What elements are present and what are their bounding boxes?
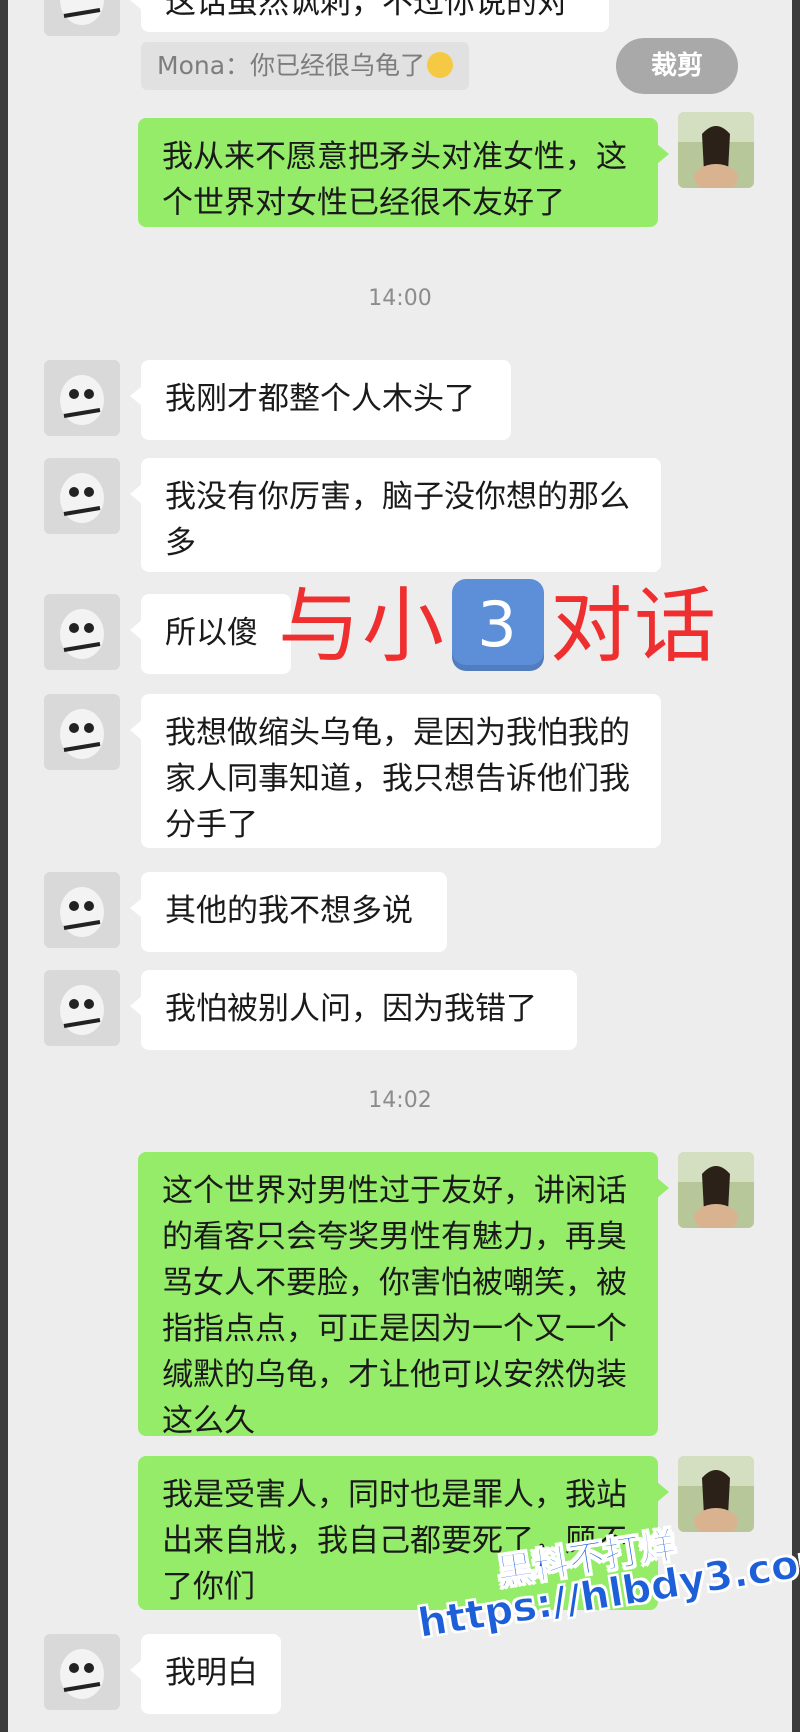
screen-edge-left bbox=[0, 0, 8, 1732]
overlay-suffix: 对话 bbox=[550, 579, 719, 674]
panda-avatar[interactable] bbox=[44, 970, 120, 1046]
panda-avatar[interactable] bbox=[44, 872, 120, 948]
timestamp: 14:02 bbox=[368, 1088, 432, 1113]
laughing-emoji-icon bbox=[427, 52, 454, 78]
message-bubble-incoming[interactable]: 这话虽然讽刺，不过你说的对 bbox=[130, 0, 609, 32]
message-bubble-incoming[interactable]: 我怕被别人问，因为我错了 bbox=[130, 970, 577, 1050]
crop-button[interactable]: 裁剪 bbox=[616, 38, 738, 94]
message-bubble-incoming[interactable]: 所以傻 bbox=[130, 594, 291, 674]
panda-avatar[interactable] bbox=[44, 694, 120, 770]
message-bubble-incoming[interactable]: 我明白 bbox=[130, 1634, 281, 1714]
user-avatar[interactable] bbox=[678, 1456, 754, 1532]
panda-avatar[interactable] bbox=[44, 0, 120, 36]
screen-edge-right bbox=[792, 0, 800, 1732]
panda-avatar[interactable] bbox=[44, 1634, 120, 1710]
quoted-reply[interactable]: Mona：你已经很乌龟了 bbox=[141, 42, 470, 90]
message-bubble-outgoing[interactable]: 我从来不愿意把矛头对准女性，这个世界对女性已经很不友好了 bbox=[138, 118, 669, 227]
overlay-caption: 与小 3 对话 bbox=[278, 572, 718, 682]
panda-avatar[interactable] bbox=[44, 360, 120, 436]
message-bubble-incoming[interactable]: 我没有你厉害，脑子没你想的那么多 bbox=[130, 458, 661, 572]
message-bubble-incoming[interactable]: 我想做缩头乌龟，是因为我怕我的家人同事知道，我只想告诉他们我分手了 bbox=[130, 694, 661, 848]
message-bubble-outgoing[interactable]: 这个世界对男性过于友好，讲闲话的看客只会夸奖男性有魅力，再臭骂女人不要脸，你害怕… bbox=[138, 1152, 669, 1439]
quote-text: Mona：你已经很乌龟了 bbox=[157, 51, 426, 80]
overlay-prefix: 与小 bbox=[278, 579, 447, 674]
number-badge: 3 bbox=[452, 579, 545, 671]
message-bubble-incoming[interactable]: 我刚才都整个人木头了 bbox=[130, 360, 511, 440]
panda-avatar[interactable] bbox=[44, 458, 120, 534]
user-avatar[interactable] bbox=[678, 1152, 754, 1228]
panda-avatar[interactable] bbox=[44, 594, 120, 670]
message-bubble-incoming[interactable]: 其他的我不想多说 bbox=[130, 872, 447, 952]
timestamp: 14:00 bbox=[368, 286, 432, 311]
user-avatar[interactable] bbox=[678, 112, 754, 188]
